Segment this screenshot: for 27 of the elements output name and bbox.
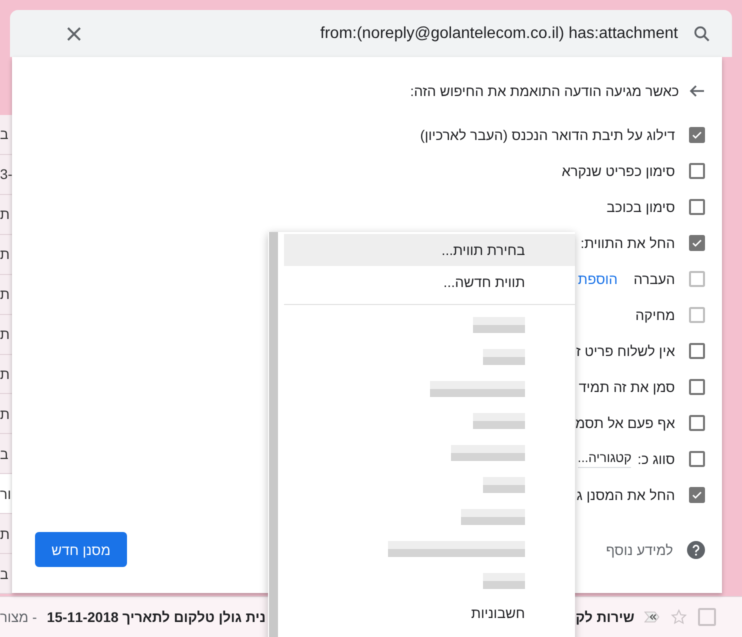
option-label: החל את התווית: bbox=[580, 235, 675, 251]
email-text-fragment: ת bbox=[0, 286, 10, 302]
email-text-fragment: ב bbox=[0, 566, 8, 582]
option-label: אין לשלוח פריט ז bbox=[576, 343, 675, 359]
option-label: סמן את זה תמיד bbox=[578, 379, 675, 395]
option-label: סווג כ: bbox=[637, 451, 675, 467]
email-text-fragment: ת bbox=[0, 366, 10, 382]
search-query: from:(noreply@golantelecom.co.il) has:attachment bbox=[319, 24, 678, 42]
email-text-fragment: ור bbox=[0, 486, 12, 502]
email-text-fragment: ת bbox=[0, 406, 10, 422]
email-snippet: - מצור bbox=[0, 609, 37, 626]
filter-heading: כאשר מגיעה הודעה התואמת את החיפוש הזה: bbox=[410, 83, 679, 99]
option-label: סימון בכוכב bbox=[606, 199, 675, 215]
email-text-fragment: ת bbox=[0, 326, 10, 342]
option-label: החל את המסנן ג bbox=[576, 487, 675, 503]
email-text-fragment: ב bbox=[0, 126, 8, 142]
email-text-fragment: ת bbox=[0, 526, 10, 542]
option-label: מחיקה bbox=[635, 307, 675, 323]
option-label: סימון כפריט שנקרא bbox=[562, 163, 675, 179]
option-label: העברה bbox=[634, 271, 675, 287]
email-text-fragment: 3- bbox=[0, 166, 12, 182]
option-label: דילוג על תיבת הדואר הנכנס (העבר לארכיון) bbox=[420, 127, 675, 143]
email-text-fragment: ת bbox=[0, 246, 10, 262]
email-text-fragment: ת bbox=[0, 206, 10, 222]
email-subject: נית גולן טלקום לתאריך 15-11-2018 bbox=[46, 609, 266, 626]
email-sender: שירות לק bbox=[576, 609, 634, 626]
email-text-fragment: ב bbox=[0, 446, 8, 462]
